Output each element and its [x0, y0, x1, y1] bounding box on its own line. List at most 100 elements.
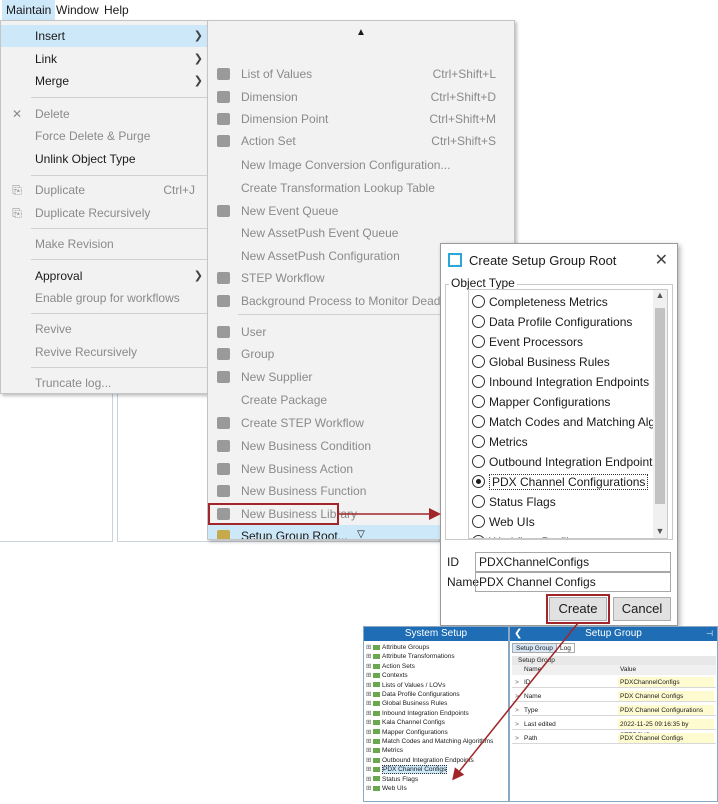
object-type-option[interactable]: Completeness Metrics — [471, 292, 608, 312]
menu-item-approval[interactable]: Approval ❯ — [1, 265, 209, 287]
expand-icon[interactable]: ⊞ — [366, 644, 373, 652]
object-type-option[interactable]: Event Processors — [471, 332, 583, 352]
table-row[interactable]: > Name PDX Channel Configs — [512, 691, 716, 702]
expand-icon[interactable]: ⊞ — [366, 785, 373, 793]
radio-button[interactable] — [472, 395, 485, 408]
menu-item-merge[interactable]: Merge ❯ — [1, 70, 209, 92]
menu-item-make-revision[interactable]: Make Revision — [1, 233, 209, 255]
tree-item[interactable]: ⊞ Action Sets — [366, 663, 415, 671]
tree-item[interactable]: ⊞ Attribute Groups — [366, 644, 429, 652]
pin-icon[interactable]: ⊣ — [706, 627, 713, 641]
radio-button[interactable] — [472, 535, 485, 538]
tree-item[interactable]: ⊞ PDX Channel Configs — [366, 765, 448, 775]
submenu-item[interactable]: New AssetPush Event Queue — [208, 222, 514, 244]
object-type-option[interactable]: Workflow Profiles — [471, 532, 581, 538]
cancel-button[interactable]: Cancel — [613, 597, 671, 621]
expand-icon[interactable]: ⊞ — [366, 682, 373, 690]
submenu-item[interactable]: List of Values Ctrl+Shift+L — [208, 63, 514, 85]
name-field[interactable]: PDX Channel Configs — [475, 572, 671, 592]
id-field[interactable]: PDXChannelConfigs — [475, 552, 671, 572]
object-type-option[interactable]: Mapper Configurations — [471, 392, 610, 412]
close-icon[interactable]: ✕ — [655, 250, 668, 270]
tree-item[interactable]: ⊞ Outbound Integration Endpoints — [366, 757, 474, 765]
menu-item-enable-group[interactable]: Enable group for workflows — [1, 287, 209, 309]
expand-icon[interactable]: ⊞ — [366, 719, 373, 727]
radio-button[interactable] — [472, 295, 485, 308]
menu-item-revive[interactable]: Revive — [1, 318, 209, 340]
tree-item[interactable]: ⊞ Data Profile Configurations — [366, 691, 460, 699]
expand-icon[interactable]: ⊞ — [366, 691, 373, 699]
menu-item-delete[interactable]: ✕ Delete — [1, 103, 209, 125]
table-row[interactable]: > ID PDXChannelConfigs — [512, 677, 716, 688]
row-expand-icon[interactable]: > — [515, 705, 519, 716]
radio-button[interactable] — [472, 315, 485, 328]
object-type-option[interactable]: Web UIs — [471, 512, 535, 532]
menu-maintain[interactable]: Maintain — [2, 0, 56, 20]
tree-item[interactable]: ⊞ Contexts — [366, 672, 408, 680]
scrollbar-thumb[interactable] — [655, 308, 665, 504]
row-expand-icon[interactable]: > — [515, 677, 519, 688]
scroll-up-icon[interactable]: ▲ — [653, 290, 667, 300]
submenu-item[interactable]: Create Transformation Lookup Table — [208, 177, 514, 199]
row-expand-icon[interactable]: > — [515, 733, 519, 744]
radio-button[interactable] — [472, 355, 485, 368]
row-value[interactable]: PDX Channel Configs — [618, 733, 714, 743]
tab-log[interactable]: Log — [556, 643, 575, 653]
expand-icon[interactable]: ⊞ — [366, 776, 373, 784]
scroll-up-arrow-icon[interactable]: ▲ — [208, 27, 514, 38]
submenu-item[interactable]: New Image Conversion Configuration... — [208, 154, 514, 176]
row-value[interactable]: PDXChannelConfigs — [618, 677, 714, 687]
submenu-item[interactable]: New Event Queue — [208, 200, 514, 222]
menu-item-force-delete[interactable]: Force Delete & Purge — [1, 125, 209, 147]
object-type-scrollbar[interactable]: ▲ ▼ — [653, 290, 667, 538]
row-expand-icon[interactable]: > — [515, 719, 519, 730]
object-type-option[interactable]: Outbound Integration Endpoints — [471, 452, 658, 472]
radio-button[interactable] — [472, 475, 485, 488]
menu-item-truncate-log[interactable]: Truncate log... — [1, 372, 209, 394]
object-type-option[interactable]: Data Profile Configurations — [471, 312, 632, 332]
row-value[interactable]: 2022-11-25 09:16:35 by STEPSYS — [618, 719, 714, 739]
tree-item[interactable]: ⊞ Status Flags — [366, 776, 418, 784]
expand-icon[interactable]: ⊞ — [366, 663, 373, 671]
row-expand-icon[interactable]: > — [515, 691, 519, 702]
menu-window[interactable]: Window — [52, 0, 103, 20]
table-row[interactable]: > Last edited 2022-11-25 09:16:35 by STEPS… — [512, 719, 716, 739]
expand-icon[interactable]: ⊞ — [366, 672, 373, 680]
radio-button[interactable] — [472, 495, 485, 508]
menu-item-duplicate-recursively[interactable]: ⎘ Duplicate Recursively — [1, 202, 209, 224]
object-type-option[interactable]: Inbound Integration Endpoints — [471, 372, 649, 392]
expand-icon[interactable]: ⊞ — [366, 729, 373, 737]
radio-button[interactable] — [472, 435, 485, 448]
radio-button[interactable] — [472, 415, 485, 428]
create-button[interactable]: Create — [549, 597, 607, 621]
object-type-option[interactable]: Metrics — [471, 432, 528, 452]
expand-icon[interactable]: ⊞ — [366, 653, 373, 661]
tree-item[interactable]: ⊞ Mapper Configurations — [366, 729, 448, 737]
table-row[interactable]: > Path PDX Channel Configs — [512, 733, 716, 744]
scroll-down-icon[interactable]: ▼ — [653, 526, 667, 536]
submenu-item[interactable]: Dimension Ctrl+Shift+D — [208, 86, 514, 108]
radio-button[interactable] — [472, 375, 485, 388]
tree-item[interactable]: ⊞ Attribute Transformations — [366, 653, 455, 661]
menu-item-insert[interactable]: Insert ❯ — [1, 25, 209, 47]
object-type-option[interactable]: Global Business Rules — [471, 352, 610, 372]
radio-button[interactable] — [472, 455, 485, 468]
table-row[interactable]: > Type PDX Channel Configurations — [512, 705, 716, 716]
expand-icon[interactable]: ⊞ — [366, 710, 373, 718]
tree-item[interactable]: ⊞ Kala Channel Configs — [366, 719, 445, 727]
menu-item-link[interactable]: Link ❯ — [1, 48, 209, 70]
row-value[interactable]: PDX Channel Configs — [618, 691, 714, 701]
tree-item[interactable]: ⊞ Inbound Integration Endpoints — [366, 710, 469, 718]
expand-icon[interactable]: ⊞ — [366, 766, 373, 774]
tab-setup-group[interactable]: Setup Group — [512, 643, 557, 653]
submenu-item[interactable]: Dimension Point Ctrl+Shift+M — [208, 108, 514, 130]
expand-icon[interactable]: ⊞ — [366, 738, 373, 746]
tree-item[interactable]: ⊞ Match Codes and Matching Algorithms — [366, 738, 493, 746]
radio-button[interactable] — [472, 515, 485, 528]
object-type-option[interactable]: PDX Channel Configurations — [471, 472, 649, 492]
menu-item-unlink-object-type[interactable]: Unlink Object Type — [1, 148, 209, 170]
tree-item[interactable]: ⊞ Web UIs — [366, 785, 407, 793]
submenu-item[interactable]: Action Set Ctrl+Shift+S — [208, 130, 514, 152]
object-type-option[interactable]: Match Codes and Matching Algorithms — [471, 412, 667, 432]
tree-item[interactable]: ⊞ Global Business Rules — [366, 700, 447, 708]
